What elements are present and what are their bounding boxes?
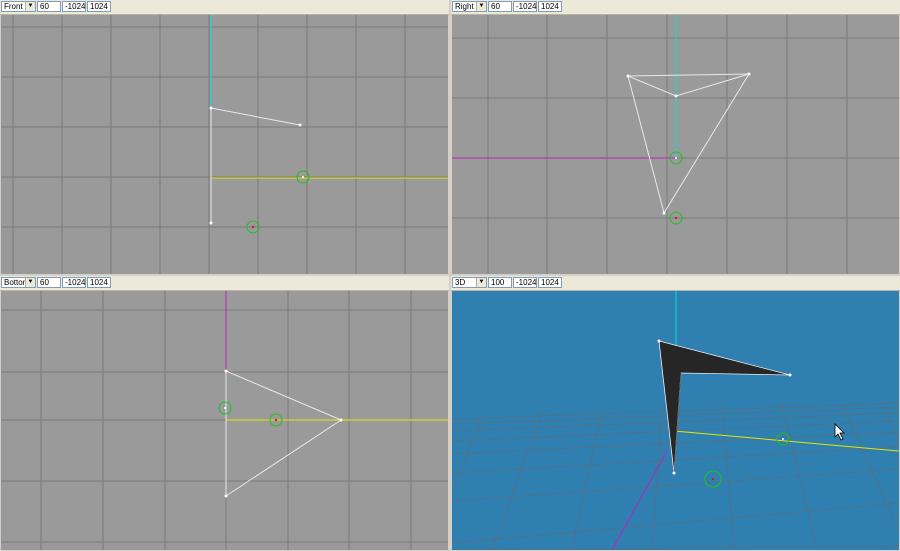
wireframe-edges: [627, 73, 750, 97]
bottom-view-svg: [1, 291, 448, 550]
viewport-toolbar-right: Right ▼ 60 -1024 1024: [451, 0, 900, 15]
zoom-field-bottom[interactable]: 60: [37, 277, 61, 288]
vertex[interactable]: [298, 123, 302, 127]
view-select-label: 3D: [455, 278, 466, 287]
pivot-dot: [674, 216, 678, 220]
perspective-view-svg: [452, 291, 899, 550]
max-field-bottom[interactable]: 1024: [87, 277, 111, 288]
vertex[interactable]: [674, 94, 678, 98]
vertex[interactable]: [672, 471, 676, 475]
chevron-down-icon[interactable]: ▼: [476, 2, 486, 11]
min-field-front[interactable]: -1024: [62, 1, 86, 12]
vertex[interactable]: [662, 211, 666, 215]
viewport-toolbar-front: Front ▼ 60 -1024 1024: [0, 0, 449, 15]
min-field-right[interactable]: -1024: [513, 1, 537, 12]
vertex[interactable]: [209, 221, 213, 225]
viewport-canvas-3d[interactable]: [452, 291, 899, 550]
view-select-3d[interactable]: 3D ▼: [452, 277, 487, 288]
wireframe-edges: [627, 73, 750, 215]
vertex[interactable]: [209, 106, 213, 110]
vertex[interactable]: [788, 373, 792, 377]
viewport-toolbar-bottom: Bottom ▼ 60 -1024 1024: [0, 276, 449, 291]
vertex[interactable]: [224, 494, 228, 498]
viewport-canvas-bottom[interactable]: [1, 291, 448, 550]
z-axis-line: [611, 450, 668, 550]
right-view-svg: [452, 15, 899, 274]
pivot-dot: [251, 225, 255, 229]
viewport-canvas-right[interactable]: [452, 15, 899, 274]
vertex[interactable]: [747, 72, 751, 76]
max-field-right[interactable]: 1024: [538, 1, 562, 12]
vertex[interactable]: [626, 74, 630, 78]
min-field-bottom[interactable]: -1024: [62, 277, 86, 288]
max-field-front[interactable]: 1024: [87, 1, 111, 12]
pivot-dot: [711, 477, 715, 481]
vertex[interactable]: [657, 339, 661, 343]
chevron-down-icon[interactable]: ▼: [25, 2, 35, 11]
chevron-down-icon[interactable]: ▼: [25, 278, 35, 287]
view-select-bottom[interactable]: Bottom ▼: [1, 277, 36, 288]
viewport-pane-right: Right ▼ 60 -1024 1024: [451, 0, 900, 275]
viewport-canvas-front[interactable]: [1, 15, 448, 274]
wireframe-edges: [225, 370, 343, 497]
zoom-field-right[interactable]: 60: [488, 1, 512, 12]
pivot-dot: [274, 418, 278, 422]
zoom-field-front[interactable]: 60: [37, 1, 61, 12]
origin-dot: [782, 438, 784, 440]
view-select-label: Right: [455, 2, 474, 11]
origin-dot: [224, 407, 226, 409]
origin-dot: [675, 157, 677, 159]
viewport-toolbar-3d: 3D ▼ 100 -1024 1024: [451, 276, 900, 291]
view-select-front[interactable]: Front ▼: [1, 1, 36, 12]
view-select-right[interactable]: Right ▼: [452, 1, 487, 12]
min-field-3d[interactable]: -1024: [513, 277, 537, 288]
zoom-field-3d[interactable]: 100: [488, 277, 512, 288]
view-select-label: Front: [4, 2, 23, 11]
chevron-down-icon[interactable]: ▼: [476, 278, 486, 287]
viewport-pane-3d: 3D ▼ 100 -1024 1024: [451, 276, 900, 551]
wireframe-edge: [210, 107, 301, 126]
origin-dot: [302, 176, 304, 178]
vertex[interactable]: [339, 418, 343, 422]
front-view-svg: [1, 15, 448, 274]
max-field-3d[interactable]: 1024: [538, 277, 562, 288]
viewport-pane-bottom: Bottom ▼ 60 -1024 1024: [0, 276, 449, 551]
grid: [1, 15, 448, 274]
vertex[interactable]: [224, 369, 228, 373]
mouse-cursor-icon: [834, 423, 845, 441]
viewport-pane-front: Front ▼ 60 -1024 1024: [0, 0, 449, 275]
